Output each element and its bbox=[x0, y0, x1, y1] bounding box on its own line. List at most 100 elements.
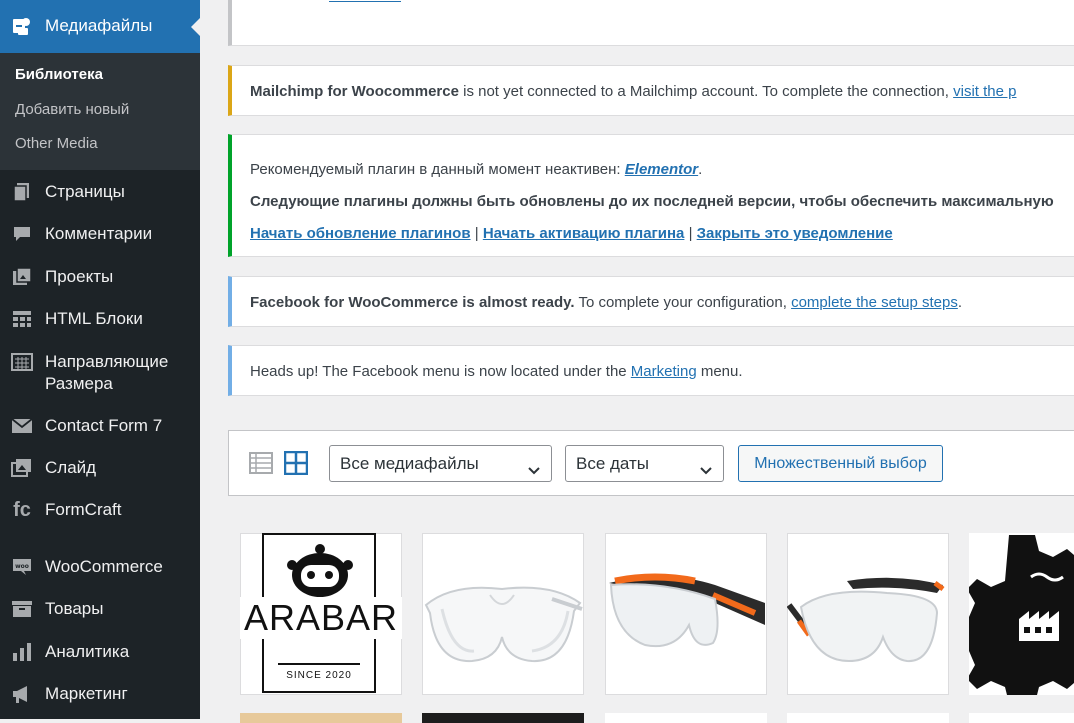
filter-value: Все медиафайлы bbox=[340, 454, 479, 473]
notice-text: Heads up! The Facebook menu is now locat… bbox=[250, 363, 743, 380]
menu-item-label-line2: Размера bbox=[45, 374, 113, 393]
list-view-icon[interactable] bbox=[249, 451, 273, 480]
separator: | bbox=[684, 225, 697, 242]
safety-glasses-tinted-icon bbox=[787, 577, 945, 663]
chevron-down-icon bbox=[699, 455, 713, 490]
notice-end: menu. bbox=[696, 363, 743, 380]
notice-facebook: Facebook for WooCommerce is almost ready… bbox=[228, 276, 1074, 327]
main-content: Mailchimp for Woocommerce is not yet con… bbox=[200, 0, 1074, 723]
factory-gear-icon bbox=[969, 533, 1074, 695]
notice-bold: Facebook for WooCommerce is almost ready… bbox=[250, 294, 575, 311]
notice-text: Mailchimp for Woocommerce is not yet con… bbox=[250, 83, 1017, 100]
slides-icon bbox=[11, 457, 33, 479]
menu-item-slides[interactable]: Слайд bbox=[0, 457, 200, 479]
bulk-select-button[interactable]: Множественный выбор bbox=[738, 445, 943, 482]
media-item-partial[interactable] bbox=[240, 713, 402, 723]
menu-item-woocommerce[interactable]: woo WooCommerce bbox=[0, 556, 200, 578]
comments-icon bbox=[11, 223, 33, 245]
menu-item-label: WooCommerce bbox=[45, 557, 163, 576]
menu-item-label: Аналитика bbox=[45, 642, 130, 661]
menu-item-size-guide[interactable]: Направляющие Размера bbox=[0, 351, 200, 395]
menu-item-pages[interactable]: Страницы bbox=[0, 181, 200, 203]
media-item-glasses-tinted[interactable] bbox=[787, 533, 949, 695]
menu-item-label: Комментарии bbox=[45, 224, 153, 243]
woocommerce-icon: woo bbox=[11, 556, 33, 578]
menu-item-products[interactable]: Товары bbox=[0, 598, 200, 620]
notice-body: To complete your configuration, bbox=[574, 294, 792, 311]
setup-steps-link[interactable]: complete the setup steps bbox=[791, 294, 958, 311]
separator: | bbox=[470, 225, 483, 242]
notice-heads-up: Heads up! The Facebook menu is now locat… bbox=[228, 345, 1074, 396]
menu-item-label-line1: Направляющие bbox=[45, 352, 169, 371]
logo-since-text: SINCE 2020 bbox=[286, 670, 352, 681]
admin-sidebar: Медиафайлы Библиотека Добавить новый Oth… bbox=[0, 0, 200, 719]
notice-end: . bbox=[957, 294, 962, 311]
media-item-partial[interactable] bbox=[969, 713, 1074, 723]
logo-frame-top bbox=[262, 533, 376, 535]
svg-text:woo: woo bbox=[15, 563, 29, 570]
start-activation-link[interactable]: Начать активацию плагина bbox=[483, 225, 685, 242]
menu-item-label: Страницы bbox=[45, 182, 125, 201]
submenu-item-library[interactable]: Библиотека bbox=[15, 66, 103, 83]
media-item-partial[interactable] bbox=[605, 713, 767, 723]
html-blocks-icon bbox=[11, 308, 33, 330]
truncated-link[interactable] bbox=[329, 0, 401, 2]
analytics-icon bbox=[11, 641, 33, 663]
menu-item-label: Проекты bbox=[45, 267, 114, 286]
notice-truncated bbox=[228, 0, 1074, 46]
grid-view-icon[interactable] bbox=[283, 450, 309, 480]
media-submenu: Библиотека Добавить новый Other Media bbox=[0, 53, 200, 170]
menu-item-label: Маркетинг bbox=[45, 684, 128, 703]
notice-line-recommended: Рекомендуемый плагин в данный момент неа… bbox=[250, 161, 702, 178]
notice-bold: Mailchimp for Woocommerce bbox=[250, 83, 459, 100]
visit-link[interactable]: visit the p bbox=[953, 83, 1016, 100]
media-item-factory[interactable] bbox=[969, 533, 1074, 695]
menu-item-label: Слайд bbox=[45, 458, 97, 477]
notice-end: . bbox=[698, 161, 703, 178]
media-icon bbox=[11, 15, 33, 37]
notice-plugins: Рекомендуемый плагин в данный момент неа… bbox=[228, 134, 1074, 257]
notice-body: Heads up! The Facebook menu is now locat… bbox=[250, 363, 631, 380]
media-item-logo[interactable]: ARABAR SINCE 2020 bbox=[240, 533, 402, 695]
notice-body: Рекомендуемый плагин в данный момент неа… bbox=[250, 161, 625, 178]
menu-item-label: FormCraft bbox=[45, 500, 122, 519]
submenu-item-add-new[interactable]: Добавить новый bbox=[15, 101, 129, 118]
truncated-text bbox=[412, 0, 1012, 1]
marketing-icon bbox=[11, 683, 33, 705]
marketing-link[interactable]: Marketing bbox=[631, 363, 697, 380]
pages-icon bbox=[11, 181, 33, 203]
safety-glasses-clear-icon bbox=[424, 586, 583, 663]
media-item-partial[interactable] bbox=[422, 713, 584, 723]
logo-text: ARABAR bbox=[240, 597, 402, 639]
start-update-link[interactable]: Начать обновление плагинов bbox=[250, 225, 471, 242]
date-filter[interactable]: Все даты bbox=[565, 445, 724, 482]
menu-item-label: HTML Блоки bbox=[45, 309, 143, 328]
menu-item-label: Contact Form 7 bbox=[45, 416, 163, 435]
menu-item-formcraft[interactable]: fc FormCraft bbox=[0, 499, 200, 521]
menu-item-portfolio[interactable]: Проекты bbox=[0, 266, 200, 288]
menu-item-comments[interactable]: Комментарии bbox=[0, 223, 200, 245]
menu-item-marketing[interactable]: Маркетинг bbox=[0, 683, 200, 705]
menu-item-html-blocks[interactable]: HTML Блоки bbox=[0, 308, 200, 330]
menu-item-contact-form[interactable]: Contact Form 7 bbox=[0, 415, 200, 437]
mail-icon bbox=[11, 415, 33, 437]
media-item-glasses-clear[interactable] bbox=[422, 533, 584, 695]
notice-text: Facebook for WooCommerce is almost ready… bbox=[250, 294, 962, 311]
formcraft-icon: fc bbox=[13, 498, 31, 521]
notice-actions: Начать обновление плагинов | Начать акти… bbox=[250, 225, 893, 242]
submenu-item-other-media[interactable]: Other Media bbox=[15, 135, 98, 152]
notice-line-update: Следующие плагины должны быть обновлены … bbox=[250, 193, 1054, 210]
logo-divider bbox=[278, 663, 360, 665]
media-type-filter[interactable]: Все медиафайлы bbox=[329, 445, 552, 482]
filter-value: Все даты bbox=[576, 454, 650, 473]
chevron-down-icon bbox=[527, 455, 541, 490]
menu-item-media[interactable]: Медиафайлы bbox=[0, 0, 200, 53]
media-item-partial[interactable] bbox=[787, 713, 949, 723]
media-item-glasses-orange[interactable] bbox=[605, 533, 767, 695]
elementor-link[interactable]: Elementor bbox=[625, 161, 698, 178]
menu-item-label: Товары bbox=[45, 599, 104, 618]
menu-item-analytics[interactable]: Аналитика bbox=[0, 641, 200, 663]
products-icon bbox=[11, 598, 33, 620]
current-menu-arrow bbox=[191, 18, 200, 36]
dismiss-notice-link[interactable]: Закрыть это уведомление bbox=[697, 225, 893, 242]
